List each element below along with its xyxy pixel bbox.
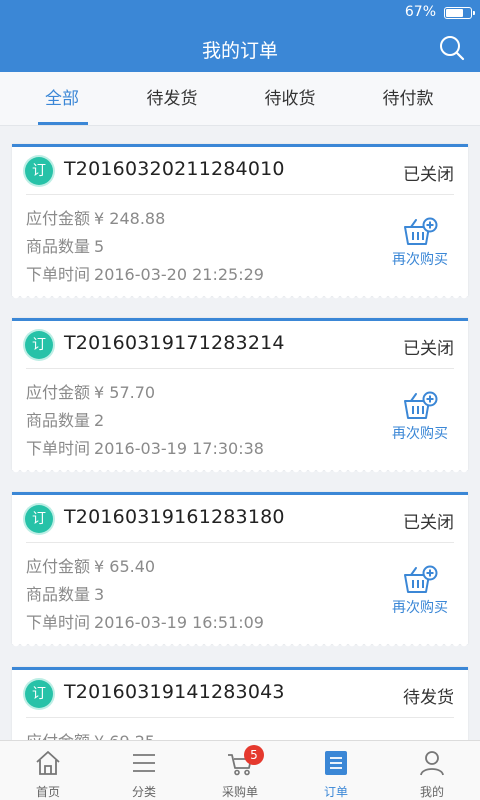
order-quantity-row: 商品数量 5 xyxy=(26,233,104,257)
rebuy-label: 再次购买 xyxy=(392,252,448,268)
order-status: 已关闭 xyxy=(403,513,454,533)
tab-bar-home[interactable]: 首页 xyxy=(0,741,96,800)
order-card[interactable]: 订 T20160320211284010 已关闭 应付金额 ¥ 248.88 商品… xyxy=(12,144,468,301)
tab-bar-label: 分类 xyxy=(131,785,156,799)
order-time-row: 下单时间 2016-03-20 21:25:29 xyxy=(26,261,264,285)
tab-bar-category[interactable]: 分类 xyxy=(96,741,192,800)
divider xyxy=(26,542,454,543)
basket-add-icon xyxy=(404,217,438,245)
tab-bar-label: 首页 xyxy=(35,785,60,799)
order-amount-row: 应付金额 ¥ 65.40 xyxy=(26,553,155,577)
tab-bar-orders[interactable]: 订单 xyxy=(288,741,384,800)
nav-bar: 我的订单 xyxy=(0,26,480,72)
divider xyxy=(26,194,454,195)
time-label: 下单时间 xyxy=(26,265,91,284)
rebuy-button[interactable]: 再次购买 xyxy=(388,391,452,451)
quantity-value: 3 xyxy=(94,585,105,604)
quantity-label: 商品数量 xyxy=(26,585,91,604)
quantity-label: 商品数量 xyxy=(26,237,91,256)
order-filter-tabs: 全部 待发货 待收货 待付款 xyxy=(0,72,480,126)
tab-bar-label: 我的 xyxy=(419,785,444,799)
order-list-icon xyxy=(325,751,347,775)
tab-bar-label: 采购单 xyxy=(221,785,258,799)
order-header: 订 T20160320211284010 已关闭 xyxy=(12,147,468,194)
order-icon: 订 xyxy=(25,331,53,359)
time-value: 2016-03-19 16:51:09 xyxy=(94,613,264,632)
order-list[interactable]: 订 T20160320211284010 已关闭 应付金额 ¥ 248.88 商品… xyxy=(0,126,480,740)
divider xyxy=(26,368,454,369)
order-card[interactable]: 订 T20160319171283214 已关闭 应付金额 ¥ 57.70 商品数… xyxy=(12,318,468,475)
tab-to-pay[interactable]: 待付款 xyxy=(348,72,468,126)
home-icon xyxy=(36,751,60,775)
amount-value: ¥ 69.25 xyxy=(94,732,155,740)
time-label: 下单时间 xyxy=(26,439,91,458)
tab-bar-mine[interactable]: 我的 xyxy=(384,741,480,800)
order-status: 待发货 xyxy=(403,688,454,708)
order-number: T20160319141283043 xyxy=(64,681,285,703)
order-amount-row: 应付金额 ¥ 57.70 xyxy=(26,379,155,403)
page-title: 我的订单 xyxy=(201,40,278,62)
rebuy-button[interactable]: 再次购买 xyxy=(388,565,452,625)
order-icon: 订 xyxy=(25,157,53,185)
status-bar: 67% xyxy=(0,0,480,26)
order-number: T20160319161283180 xyxy=(64,506,285,528)
order-time-row: 下单时间 2016-03-19 17:30:38 xyxy=(26,435,264,459)
active-tab-indicator xyxy=(38,122,88,125)
amount-label: 应付金额 xyxy=(26,209,91,228)
order-icon: 订 xyxy=(25,680,53,708)
quantity-value: 2 xyxy=(94,411,105,430)
search-icon[interactable] xyxy=(438,34,466,62)
menu-icon xyxy=(133,754,155,772)
time-value: 2016-03-20 21:25:29 xyxy=(94,265,264,284)
rebuy-label: 再次购买 xyxy=(392,600,448,616)
tab-all[interactable]: 全部 xyxy=(2,72,122,126)
quantity-value: 5 xyxy=(94,237,105,256)
order-quantity-row: 商品数量 2 xyxy=(26,407,104,431)
order-header: 订 T20160319141283043 待发货 xyxy=(12,670,468,717)
amount-value: ¥ 248.88 xyxy=(94,209,166,228)
order-number: T20160319171283214 xyxy=(64,332,285,354)
order-amount-row: 应付金额 ¥ 69.25 xyxy=(26,728,155,740)
amount-label: 应付金额 xyxy=(26,557,91,576)
user-icon xyxy=(420,751,444,776)
order-card[interactable]: 订 T20160319161283180 已关闭 应付金额 ¥ 65.40 商品数… xyxy=(12,492,468,649)
amount-label: 应付金额 xyxy=(26,732,90,740)
basket-add-icon xyxy=(404,391,438,419)
tab-bar-label: 订单 xyxy=(323,785,348,799)
rebuy-label: 再次购买 xyxy=(392,426,448,442)
order-time-row: 下单时间 2016-03-19 16:51:09 xyxy=(26,609,264,633)
basket-add-icon xyxy=(404,565,438,593)
tab-to-receive[interactable]: 待收货 xyxy=(230,72,350,126)
amount-value: ¥ 57.70 xyxy=(94,383,156,402)
order-quantity-row: 商品数量 3 xyxy=(26,581,104,605)
battery-icon xyxy=(444,7,475,19)
order-header: 订 T20160319171283214 已关闭 xyxy=(12,321,468,368)
order-status: 已关闭 xyxy=(403,165,454,185)
order-icon: 订 xyxy=(25,505,53,533)
tab-bar-cart[interactable]: 5 采购单 xyxy=(192,741,288,800)
amount-value: ¥ 65.40 xyxy=(94,557,156,576)
order-amount-row: 应付金额 ¥ 248.88 xyxy=(26,205,165,229)
quantity-label: 商品数量 xyxy=(26,411,91,430)
time-value: 2016-03-19 17:30:38 xyxy=(94,439,264,458)
bottom-tab-bar: 首页 分类 5 采购单 订单 我的 xyxy=(0,740,480,800)
order-number: T20160320211284010 xyxy=(64,158,285,180)
order-card[interactable]: 订 T20160319141283043 待发货 应付金额 ¥ 69.25 xyxy=(12,667,468,740)
tab-to-ship[interactable]: 待发货 xyxy=(112,72,232,126)
rebuy-button[interactable]: 再次购买 xyxy=(388,217,452,277)
cart-count-badge: 5 xyxy=(244,745,264,765)
order-status: 已关闭 xyxy=(403,339,454,359)
order-header: 订 T20160319161283180 已关闭 xyxy=(12,495,468,542)
battery-percentage: 67% xyxy=(404,4,436,20)
time-label: 下单时间 xyxy=(26,613,91,632)
amount-label: 应付金额 xyxy=(26,383,91,402)
divider xyxy=(26,717,454,718)
